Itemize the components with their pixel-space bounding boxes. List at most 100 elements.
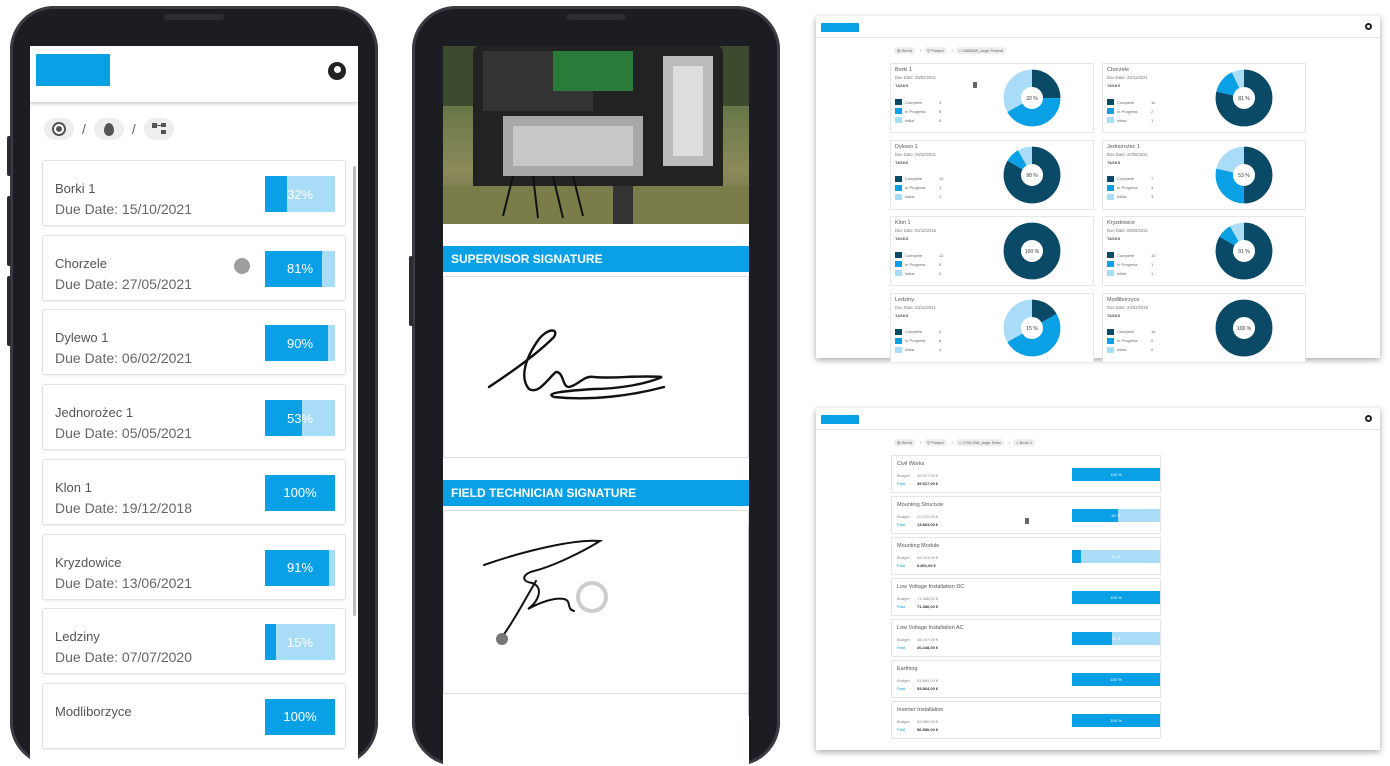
breadcrumb-site[interactable]: ⌂ Borki 1 bbox=[1013, 439, 1036, 446]
technician-signature-pad[interactable] bbox=[443, 510, 749, 694]
site-card[interactable]: Klon 1 Due Date: 19/12/2018 100% bbox=[42, 458, 346, 525]
tasks-label: TASKS bbox=[1107, 83, 1121, 88]
progress-label: 45 % bbox=[1111, 636, 1121, 641]
budget-item-card[interactable]: Earthing Budget 53.864,00 € Paid 53.864,00 €… bbox=[891, 660, 1161, 698]
site-card[interactable]: Modliborzyce 100% bbox=[42, 682, 346, 749]
inverter-box-image bbox=[443, 46, 749, 224]
site-photo bbox=[443, 46, 749, 224]
account-circle-icon[interactable] bbox=[1365, 415, 1372, 422]
paid-row: Paid 13.863,00 € bbox=[897, 522, 939, 527]
budget-row: Budget 22.722,00 € bbox=[897, 514, 939, 519]
site-donut-card[interactable]: Klon 1 Due Date: 03/12/2018 TASKS Complete 1… bbox=[890, 216, 1094, 286]
legend-in-progress: In Progress 1 bbox=[1107, 261, 1167, 267]
task-donut-chart: 53 % bbox=[1215, 146, 1273, 203]
site-due-date: Due Date: 05/05/2021 bbox=[55, 425, 192, 442]
site-due-date: Due Date: 03/11/2021 bbox=[895, 304, 936, 310]
budget-item-card[interactable]: Low Voltage Installation DC Budget 71.386,… bbox=[891, 578, 1161, 616]
app-logo[interactable] bbox=[36, 54, 110, 86]
site-due-date: Due Date: 20/08/2021 bbox=[1107, 151, 1148, 157]
breadcrumb-country[interactable]: ⚲ Poland bbox=[924, 439, 947, 446]
site-card[interactable]: Ledziny Due Date: 07/07/2020 15% bbox=[42, 608, 346, 675]
legend-initial: Initial 0 bbox=[1107, 346, 1167, 353]
legend-initial: Initial 1 bbox=[895, 193, 955, 200]
location-pin-icon bbox=[103, 122, 114, 136]
site-due-date: Due Date: 03/12/2018 bbox=[895, 228, 936, 233]
task-donut-chart: 32 % bbox=[1003, 69, 1061, 127]
budget-item-name: Low Voltage Installation AC bbox=[897, 625, 964, 631]
dashboard-window: ◍ World / ⚲ Poland / ⌂ 1880MW_large Poland… bbox=[816, 16, 1380, 363]
budget-item-card[interactable]: Low Voltage Installation AC Budget 48.447,… bbox=[891, 619, 1161, 657]
site-name: Klon 1 bbox=[895, 220, 911, 226]
site-due-date: Due Date: 19/12/2018 bbox=[55, 499, 192, 516]
breadcrumb-project[interactable]: ⌂ 1700 MW_large Solar bbox=[955, 439, 1004, 446]
breadcrumb-project[interactable] bbox=[143, 118, 174, 140]
site-progress-bar: 53% bbox=[265, 400, 335, 437]
paid-row: Paid 56.580,00 € bbox=[897, 727, 939, 732]
site-donut-card[interactable]: Jednorożec 1 Due Date: 20/08/2021 TASKS Com… bbox=[1102, 139, 1306, 210]
breadcrumb-world[interactable]: ◍ World bbox=[894, 47, 915, 54]
site-card[interactable]: Dylewo 1 Due Date: 06/02/2021 90% bbox=[42, 309, 346, 376]
site-name: Klon 1 bbox=[55, 479, 92, 495]
account-circle-icon[interactable] bbox=[328, 62, 346, 80]
tasks-label: TASKS bbox=[895, 83, 909, 88]
legend-in-progress: In Progress 2 bbox=[1107, 108, 1167, 114]
phone-side-button bbox=[7, 136, 11, 176]
breadcrumb-country[interactable]: ⚲ Poland bbox=[924, 47, 947, 54]
site-donut-card[interactable]: Chorzele Due Date: 20/11/2021 TASKS Complet… bbox=[1102, 63, 1306, 133]
budget-value: 39.917,00 € bbox=[917, 473, 939, 478]
tasks-label: TASKS bbox=[1107, 236, 1121, 241]
site-name: Ledziny bbox=[895, 296, 914, 303]
mouse-cursor bbox=[1025, 518, 1029, 524]
phone-side-button bbox=[7, 276, 11, 346]
legend-in-progress: In Progress 4 bbox=[1107, 184, 1167, 191]
budget-item-card[interactable]: Mounting Structure Budget 22.722,00 € Paid 1… bbox=[891, 496, 1161, 534]
hierarchy-icon bbox=[151, 123, 166, 135]
supervisor-signature-pad[interactable] bbox=[443, 276, 749, 458]
site-progress-bar: 90% bbox=[265, 325, 335, 362]
site-donut-card[interactable]: Ledziny Due Date: 03/11/2021 TASKS Complete… bbox=[890, 292, 1094, 363]
budget-progress-bar: 45 % bbox=[1072, 632, 1160, 645]
budget-item-card[interactable]: Inverter Installation Budget 56.580,00 € Pa… bbox=[891, 701, 1161, 739]
paid-value: 20.448,00 € bbox=[917, 645, 939, 650]
site-card[interactable]: Chorzele Due Date: 27/05/2021 81% bbox=[42, 234, 346, 301]
app-logo[interactable] bbox=[821, 415, 859, 424]
legend-complete: Complete 10 bbox=[895, 175, 955, 182]
paid-value: 39.917,00 € bbox=[917, 481, 939, 486]
site-donut-card[interactable]: Dylewo 1 Due Date: 29/10/2021 TASKS Complet… bbox=[890, 139, 1094, 210]
breadcrumb-project[interactable]: ⌂ 1880MW_large Poland bbox=[955, 47, 1006, 54]
budget-item-card[interactable]: Mounting Module Budget 68.913,00 € Paid 6.89… bbox=[891, 537, 1161, 575]
site-card[interactable]: Jednorożec 1 Due Date: 05/05/2021 53% bbox=[42, 384, 346, 451]
account-circle-icon[interactable] bbox=[1365, 23, 1372, 30]
budget-item-name: Earthing bbox=[897, 666, 918, 672]
site-donut-card[interactable]: Borki 1 Due Date: 05/02/2021 TASKS Complete… bbox=[890, 63, 1094, 133]
site-name: Dylewo 1 bbox=[895, 143, 918, 150]
supervisor-signature-title: SUPERVISOR SIGNATURE bbox=[451, 252, 603, 266]
donut-percent-label: 91 % bbox=[1238, 249, 1250, 255]
legend-in-progress: In Progress 6 bbox=[895, 337, 955, 344]
app-logo[interactable] bbox=[821, 23, 859, 32]
task-donut-chart: 100 % bbox=[1215, 299, 1273, 356]
breadcrumb-world[interactable] bbox=[44, 118, 74, 140]
legend-complete: Complete 10 bbox=[1107, 252, 1167, 258]
budget-progress-bar: 100 % bbox=[1072, 591, 1160, 604]
scrollbar[interactable] bbox=[353, 166, 356, 616]
scrollbar[interactable] bbox=[748, 526, 749, 716]
site-name: Modliborzyce bbox=[1107, 296, 1140, 303]
legend-initial: Initial 0 bbox=[895, 270, 955, 276]
breadcrumb-world[interactable]: ◍ World bbox=[894, 439, 915, 446]
budget-row: Budget 53.864,00 € bbox=[897, 678, 939, 683]
legend-in-progress: In Progress 1 bbox=[895, 184, 955, 191]
legend-initial: Initial 1 bbox=[1107, 270, 1167, 276]
site-donut-card[interactable]: Modliborzyce Due Date: 24/02/2018 TASKS Com… bbox=[1102, 292, 1306, 363]
legend-initial: Initial 4 bbox=[895, 346, 955, 353]
site-donut-card[interactable]: Kryzdowice Due Date: 08/05/2021 TASKS Compl… bbox=[1102, 216, 1306, 286]
budget-item-card[interactable]: Civil Works Budget 39.917,00 € Paid 39.917,0… bbox=[891, 455, 1161, 493]
budget-progress-bar: 52 % bbox=[1072, 509, 1160, 522]
paid-row: Paid 39.917,00 € bbox=[897, 481, 939, 486]
progress-label: 100 % bbox=[1110, 472, 1122, 477]
tasks-label: TASKS bbox=[895, 236, 909, 241]
touch-indicator bbox=[234, 258, 250, 274]
site-card[interactable]: Kryzdowice Due Date: 13/06/2021 91% bbox=[42, 533, 346, 600]
breadcrumb-country[interactable] bbox=[93, 118, 124, 140]
site-card[interactable]: Borki 1 Due Date: 15/10/2021 32% bbox=[42, 160, 346, 226]
